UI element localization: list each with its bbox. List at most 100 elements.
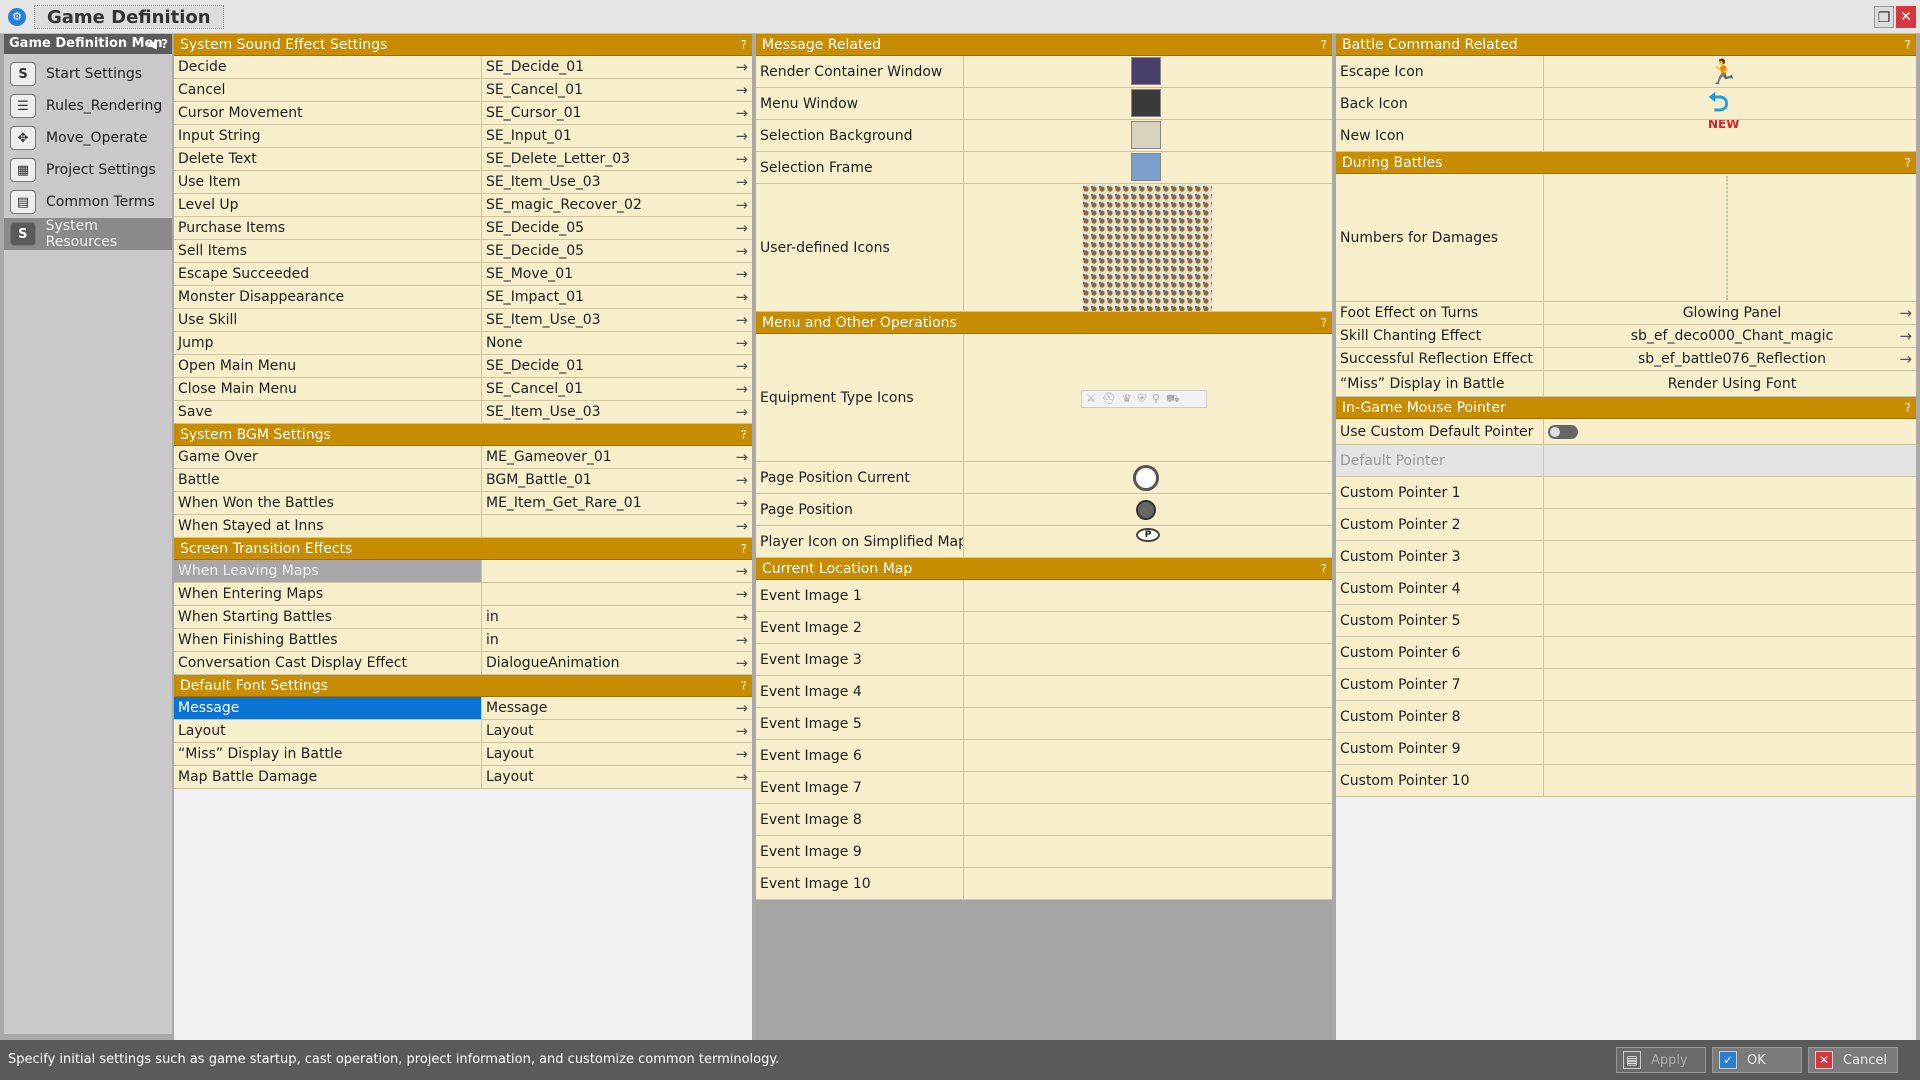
arrow-right-icon[interactable]: →	[1899, 348, 1912, 370]
help-icon[interactable]: ?	[741, 34, 747, 56]
table-row[interactable]: Save SE_Item_Use_03 →	[174, 401, 752, 424]
sidebar-item-project-settings[interactable]: ▦ Project Settings	[4, 154, 172, 186]
table-row[interactable]: Event Image 3	[756, 644, 1332, 676]
arrow-right-icon[interactable]: →	[735, 79, 748, 101]
arrow-right-icon[interactable]: →	[1899, 325, 1912, 347]
table-row[interactable]: Custom Pointer 6	[1336, 637, 1916, 669]
table-row[interactable]: Custom Pointer 9	[1336, 733, 1916, 765]
table-row[interactable]: “Miss” Display in Battle Layout →	[174, 743, 752, 766]
table-row[interactable]: Open Main Menu SE_Decide_01 →	[174, 355, 752, 378]
table-row[interactable]: Decide SE_Decide_01 →	[174, 56, 752, 79]
arrow-right-icon[interactable]: →	[735, 766, 748, 788]
table-row[interactable]: When Stayed at Inns →	[174, 515, 752, 538]
help-icon[interactable]: ?	[1905, 397, 1911, 419]
table-row[interactable]: Custom Pointer 5	[1336, 605, 1916, 637]
arrow-right-icon[interactable]: →	[735, 469, 748, 491]
page-position-current-row[interactable]: Page Position Current	[756, 462, 1332, 494]
arrow-right-icon[interactable]: →	[735, 286, 748, 308]
player-icon-simplified-map-row[interactable]: Player Icon on Simplified Map P	[756, 526, 1332, 558]
table-row[interactable]: Jump None →	[174, 332, 752, 355]
color-swatch[interactable]	[1131, 57, 1161, 85]
help-icon[interactable]: ?	[741, 424, 747, 446]
help-icon[interactable]: ?	[1905, 34, 1911, 56]
table-row[interactable]: Event Image 8	[756, 804, 1332, 836]
back-icon-row[interactable]: Back Icon ⮌	[1336, 88, 1916, 120]
table-row[interactable]: Custom Pointer 4	[1336, 573, 1916, 605]
arrow-right-icon[interactable]: →	[735, 629, 748, 651]
cancel-button[interactable]: ✕ Cancel	[1808, 1047, 1898, 1073]
help-icon[interactable]: ?	[1321, 558, 1327, 580]
color-swatch[interactable]	[1131, 121, 1161, 149]
table-row[interactable]: Menu Window	[756, 88, 1332, 120]
custom-pointer-toggle[interactable]	[1548, 425, 1578, 439]
arrow-right-icon[interactable]: →	[735, 583, 748, 605]
table-row[interactable]: Event Image 9	[756, 836, 1332, 868]
table-row[interactable]: Selection Background	[756, 120, 1332, 152]
table-row[interactable]: Custom Pointer 10	[1336, 765, 1916, 797]
arrow-right-icon[interactable]: →	[735, 102, 748, 124]
arrow-right-icon[interactable]: →	[1899, 302, 1912, 324]
sidebar-item-common-terms[interactable]: ▤ Common Terms	[4, 186, 172, 218]
table-row[interactable]: Battle BGM_Battle_01 →	[174, 469, 752, 492]
table-row[interactable]: Input String SE_Input_01 →	[174, 125, 752, 148]
table-row[interactable]: Render Container Window	[756, 56, 1332, 88]
table-row[interactable]: Event Image 10	[756, 868, 1332, 900]
arrow-right-icon[interactable]: →	[735, 217, 748, 239]
color-swatch[interactable]	[1131, 89, 1161, 117]
table-row[interactable]: When Entering Maps →	[174, 583, 752, 606]
arrow-right-icon[interactable]: →	[735, 492, 748, 514]
table-row[interactable]: Conversation Cast Display Effect Dialogue…	[174, 652, 752, 675]
sidebar-item-move-operate[interactable]: ✥ Move_Operate	[4, 122, 172, 154]
table-row[interactable]: Event Image 1	[756, 580, 1332, 612]
close-window-button[interactable]: ✕	[1896, 6, 1916, 28]
new-icon-row[interactable]: New Icon NEW	[1336, 120, 1916, 152]
table-row[interactable]: Delete Text SE_Delete_Letter_03 →	[174, 148, 752, 171]
help-icon[interactable]: ?	[1905, 152, 1911, 174]
table-row[interactable]: Cancel SE_Cancel_01 →	[174, 79, 752, 102]
table-row[interactable]: When Won the Battles ME_Item_Get_Rare_01 →	[174, 492, 752, 515]
arrow-right-icon[interactable]: →	[735, 332, 748, 354]
arrow-right-icon[interactable]: →	[735, 240, 748, 262]
help-icon[interactable]: ?	[741, 675, 747, 697]
arrow-right-icon[interactable]: →	[735, 697, 748, 719]
table-row[interactable]: Map Battle Damage Layout →	[174, 766, 752, 789]
table-row[interactable]: Escape Succeeded SE_Move_01 →	[174, 263, 752, 286]
table-row[interactable]: Use Item SE_Item_Use_03 →	[174, 171, 752, 194]
arrow-right-icon[interactable]: →	[735, 560, 748, 582]
table-row[interactable]: Event Image 5	[756, 708, 1332, 740]
help-icon[interactable]: ?	[1321, 34, 1327, 56]
table-row[interactable]: Sell Items SE_Decide_05 →	[174, 240, 752, 263]
table-row[interactable]: Event Image 2	[756, 612, 1332, 644]
equipment-type-icons-row[interactable]: Equipment Type Icons ⚔⛑♛⛨⚲⛟	[756, 334, 1332, 462]
table-row[interactable]: Layout Layout →	[174, 720, 752, 743]
table-row[interactable]: When Finishing Battles in →	[174, 629, 752, 652]
table-row[interactable]: “Miss” Display in Battle Render Using Fon…	[1336, 371, 1916, 397]
sidebar-item-start-settings[interactable]: S Start Settings	[4, 58, 172, 90]
restore-window-button[interactable]: ❐	[1874, 6, 1894, 28]
arrow-right-icon[interactable]: →	[735, 263, 748, 285]
table-row[interactable]: Custom Pointer 8	[1336, 701, 1916, 733]
arrow-right-icon[interactable]: →	[735, 606, 748, 628]
table-row[interactable]: Successful Reflection Effect sb_ef_battle…	[1336, 348, 1916, 371]
table-row[interactable]: When Leaving Maps →	[174, 560, 752, 583]
table-row[interactable]: Level Up SE_magic_Recover_02 →	[174, 194, 752, 217]
arrow-right-icon[interactable]: →	[735, 515, 748, 537]
table-row[interactable]: Skill Chanting Effect sb_ef_deco000_Chant…	[1336, 325, 1916, 348]
table-row[interactable]: Game Over ME_Gameover_01 →	[174, 446, 752, 469]
help-icon[interactable]: ?	[161, 37, 168, 51]
table-row[interactable]: Message Message →	[174, 697, 752, 720]
table-row[interactable]: Custom Pointer 7	[1336, 669, 1916, 701]
sidebar-item-system-resources[interactable]: S System Resources	[4, 218, 172, 250]
table-row[interactable]: Custom Pointer 2	[1336, 509, 1916, 541]
arrow-right-icon[interactable]: →	[735, 171, 748, 193]
table-row[interactable]: Event Image 6	[756, 740, 1332, 772]
table-row[interactable]: Close Main Menu SE_Cancel_01 →	[174, 378, 752, 401]
arrow-right-icon[interactable]: →	[735, 446, 748, 468]
numbers-for-damages-row[interactable]: Numbers for Damages	[1336, 174, 1916, 302]
table-row[interactable]: Event Image 7	[756, 772, 1332, 804]
table-row[interactable]: Custom Pointer 1	[1336, 477, 1916, 509]
collapse-icon[interactable]: ◀	[148, 37, 157, 51]
arrow-right-icon[interactable]: →	[735, 378, 748, 400]
apply-button[interactable]: ▤ Apply	[1616, 1047, 1706, 1073]
table-row[interactable]: Monster Disappearance SE_Impact_01 →	[174, 286, 752, 309]
